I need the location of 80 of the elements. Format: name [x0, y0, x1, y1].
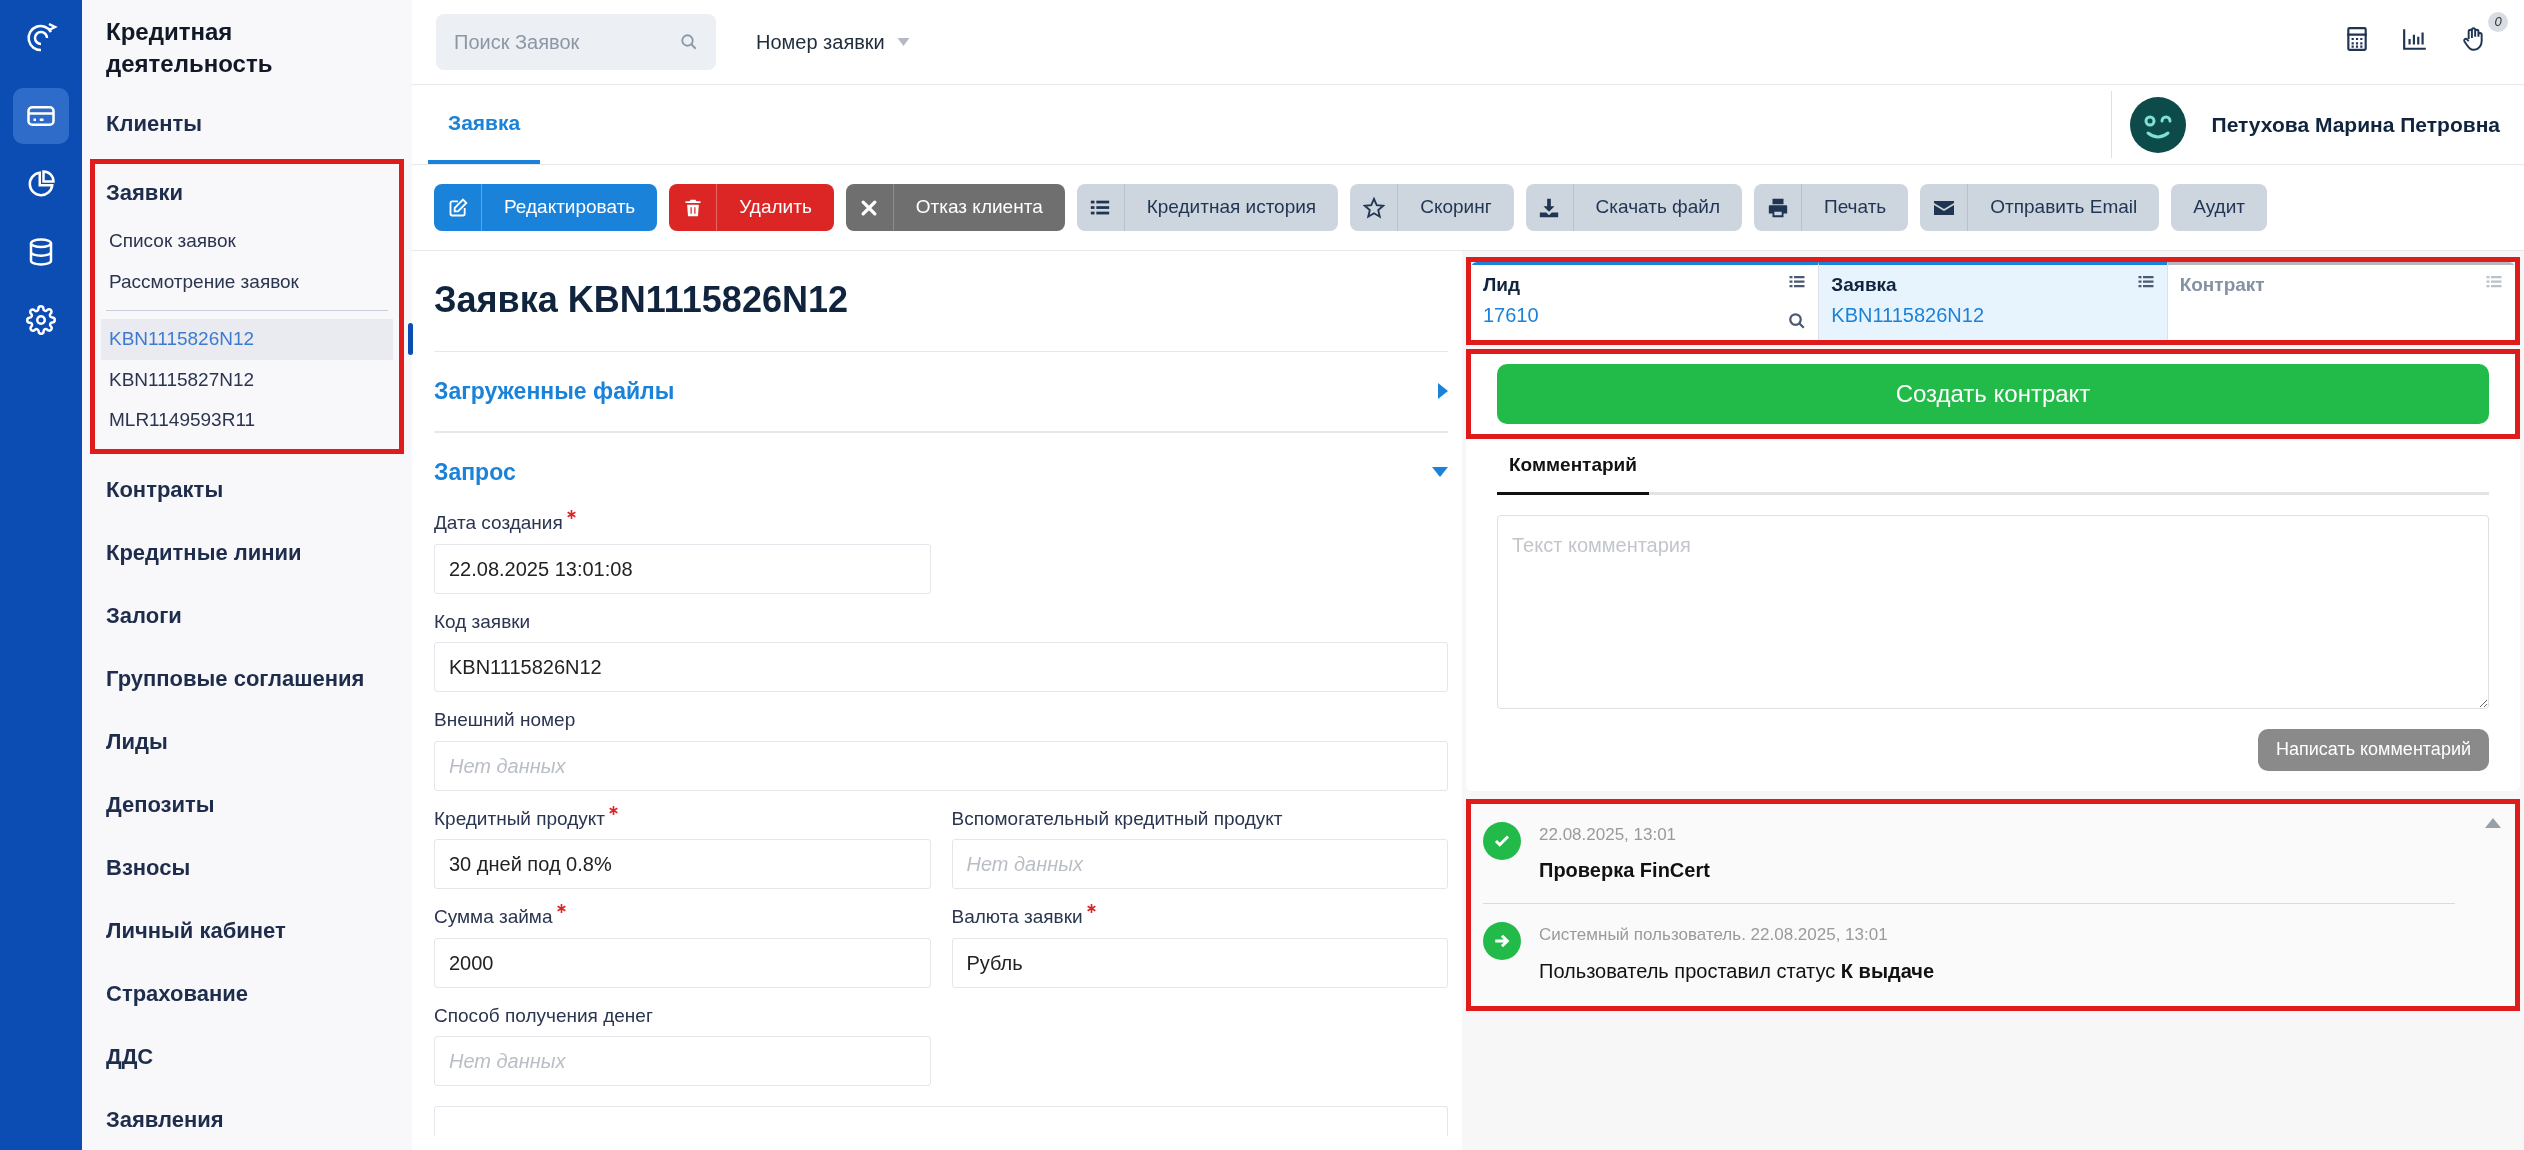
field-label: Валюта заявки: [951, 905, 1083, 929]
action-button[interactable]: Кредитная история: [1076, 184, 1339, 231]
pie-chart-icon: [26, 169, 56, 199]
sidebar-item[interactable]: Контракты: [90, 457, 404, 521]
sidebar-title: Кредитная деятельность: [105, 17, 274, 79]
arrow-right-icon: [1483, 922, 1521, 960]
input-field[interactable]: 2000: [434, 937, 931, 988]
sidebar-record[interactable]: MLR1149593R11: [101, 400, 393, 441]
hand-icon: [2460, 25, 2486, 52]
step-title: Контракт: [2179, 273, 2265, 297]
input-field[interactable]: [434, 1106, 1448, 1136]
sidebar-item[interactable]: Личный кабинет: [90, 898, 404, 962]
step-title: Заявка: [1831, 273, 1897, 297]
check-icon: [1483, 821, 1521, 860]
printer-icon: [1766, 196, 1789, 219]
chain-step[interactable]: Заявка KBN1115826N12: [1818, 262, 2167, 340]
field-label: Сумма займа: [434, 905, 553, 929]
action-button[interactable]: Скоринг: [1350, 184, 1514, 231]
avatar-icon: [2129, 96, 2186, 153]
action-button[interactable]: Отправить Email: [1920, 184, 2160, 231]
selection-indicator: [408, 323, 413, 355]
sidebar-item[interactable]: Залоги: [90, 583, 404, 647]
action-button[interactable]: Аудит: [2171, 184, 2267, 231]
field-label: Дата создания: [434, 511, 563, 535]
sidebar-record[interactable]: KBN1115827N12: [101, 359, 393, 400]
field-label: Способ получения денег: [434, 1003, 653, 1028]
sidebar-item[interactable]: ДДС: [90, 1024, 404, 1088]
field-label: Внешний номер: [434, 708, 576, 732]
search-icon: [680, 33, 698, 51]
caret-right-icon: [1438, 383, 1448, 400]
action-button[interactable]: Печать: [1754, 184, 1909, 231]
action-button[interactable]: Отказ клиента: [845, 184, 1065, 231]
input-field[interactable]: 22.08.2025 13:01:08: [434, 543, 931, 594]
search-field[interactable]: Поиск Заявок: [436, 14, 716, 70]
edit-icon: [447, 197, 468, 218]
action-button[interactable]: Удалить: [669, 184, 834, 231]
step-title: Лид: [1483, 273, 1521, 297]
sidebar-item[interactable]: Групповые соглашения: [90, 646, 404, 710]
sidebar-subitem[interactable]: Список заявок: [95, 221, 399, 262]
tab[interactable]: Заявка: [428, 85, 541, 164]
entry-meta: 22.08.2025, 13:01: [1539, 823, 1678, 846]
step-link[interactable]: 17610: [1483, 299, 1539, 330]
sidebar-item[interactable]: Лиды: [90, 709, 404, 773]
user-name: Петухова Марина Петровна: [2211, 111, 2500, 138]
step-link[interactable]: KBN1115826N12: [1831, 299, 1985, 330]
input-field[interactable]: KBN1115826N12: [434, 642, 1448, 692]
input-field[interactable]: 30 дней под 0.8%: [434, 839, 931, 889]
rail-button[interactable]: [13, 88, 69, 144]
field-label: Код заявки: [434, 609, 531, 634]
filter-dropdown[interactable]: Номер заявки: [756, 27, 910, 57]
sidebar-item[interactable]: Заявки: [95, 164, 399, 221]
entry-text: Проверка FinCert: [1539, 858, 1711, 883]
calculator-icon: [2344, 25, 2370, 52]
entry-text: Пользователь проставил статус К выдаче: [1539, 958, 1936, 984]
entry-meta: Системный пользователь. 22.08.2025, 13:01: [1539, 924, 1889, 946]
section-header[interactable]: Запрос: [434, 432, 1448, 499]
field-label: Кредитный продукт: [434, 806, 606, 831]
tab[interactable]: Комментарий: [1497, 451, 1649, 495]
section-header[interactable]: Загруженные файлы: [434, 352, 1448, 433]
settings-icon: [26, 305, 56, 335]
page-title: Заявка KBN1115826N12: [434, 251, 1448, 352]
sidebar-record[interactable]: KBN1115826N12: [101, 319, 393, 360]
input-field[interactable]: Рубль: [951, 937, 1448, 988]
download-icon: [1538, 196, 1561, 219]
star-icon: [1362, 196, 1385, 219]
comment-field[interactable]: Текст комментария: [1497, 514, 2489, 709]
action-button[interactable]: Редактировать: [434, 184, 658, 231]
notification-badge: 0: [2488, 11, 2508, 32]
field-label: Вспомогательный кредитный продукт: [951, 806, 1283, 831]
sidebar-subitem[interactable]: Рассмотрение заявок: [95, 261, 399, 302]
search-icon[interactable]: [1788, 312, 1807, 330]
sidebar-item[interactable]: Страхование: [90, 961, 404, 1025]
caret-icon: [896, 38, 910, 46]
sidebar-item[interactable]: Заявления: [90, 1087, 404, 1150]
sidebar-item[interactable]: Депозиты: [90, 772, 404, 836]
sidebar-item[interactable]: Кредитные линии: [90, 520, 404, 584]
sidebar-item[interactable]: Взносы: [90, 835, 404, 899]
action-button[interactable]: Скачать файл: [1525, 184, 1742, 231]
sidebar-item[interactable]: Клиенты: [90, 92, 404, 155]
caret-down-icon: [1432, 466, 1448, 477]
